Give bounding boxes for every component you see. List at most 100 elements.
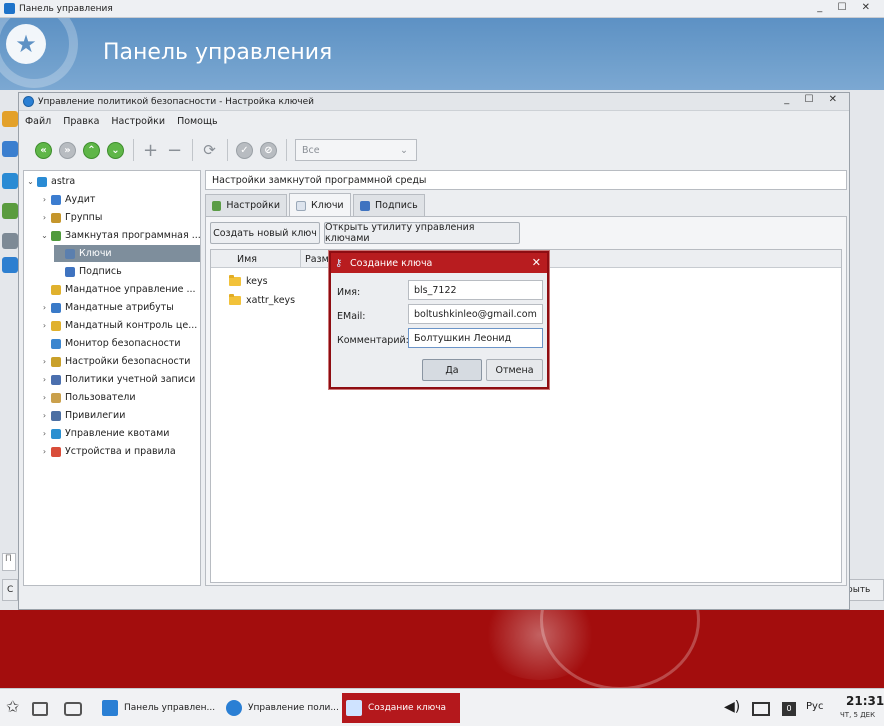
close-icon[interactable]: ✕ xyxy=(532,256,541,269)
back-icon[interactable]: « xyxy=(35,141,52,159)
groups-icon xyxy=(51,212,61,223)
category-icon[interactable] xyxy=(2,173,18,189)
task-label: Создание ключа xyxy=(368,703,447,713)
tree-node-label: Монитор безопасности xyxy=(65,338,181,349)
menu-help[interactable]: Помощь xyxy=(177,116,217,127)
category-icon[interactable] xyxy=(2,141,18,157)
filter-select[interactable]: Все ⌄ xyxy=(295,139,417,161)
chevron-right-icon[interactable]: › xyxy=(40,357,49,366)
shield-icon xyxy=(226,700,242,716)
control-panel-close-button[interactable]: рыть xyxy=(846,579,884,601)
tree-root-astra[interactable]: ⌄ astra xyxy=(26,173,75,190)
tree-item-devices-rules[interactable]: › Устройства и правила xyxy=(40,443,176,460)
tree-item-quotas[interactable]: › Управление квотами xyxy=(40,425,170,442)
ok-button[interactable]: Да xyxy=(422,359,482,381)
clock-date: ЧТ, 5 ДЕК xyxy=(840,711,876,719)
tree-node-label: astra xyxy=(51,176,76,187)
window-controls[interactable]: _ ☐ ✕ xyxy=(817,2,876,13)
tree-item-security-monitor[interactable]: Монитор безопасности xyxy=(40,335,181,352)
task-label: Панель управлен... xyxy=(124,703,216,713)
tree-node-label: Мандатный контроль це... xyxy=(65,320,198,331)
notification-icon[interactable]: 0 xyxy=(782,702,796,716)
up-icon[interactable]: ⌃ xyxy=(83,141,100,159)
tree-item-security-settings[interactable]: › Настройки безопасности xyxy=(40,353,191,370)
window-controls[interactable]: _ ☐ ✕ xyxy=(784,94,843,105)
tree-item-users[interactable]: › Пользователи xyxy=(40,389,136,406)
task-control-panel[interactable]: Панель управлен... xyxy=(98,693,218,723)
refresh-icon[interactable]: ⟳ xyxy=(201,141,218,159)
tree-item-audit[interactable]: › Аудит xyxy=(40,191,96,208)
users-icon xyxy=(51,392,61,403)
tree-node-label: Замкнутая программная ... xyxy=(65,230,201,241)
tree-item-mandatory-attributes[interactable]: › Мандатные атрибуты xyxy=(40,299,174,316)
menu-file[interactable]: Файл xyxy=(25,116,51,127)
mandatory-control-icon xyxy=(51,284,61,295)
control-panel-search-input[interactable]: П xyxy=(2,553,16,571)
chevron-down-icon[interactable]: ⌄ xyxy=(40,231,49,240)
tree-item-integrity-control[interactable]: › Мандатный контроль це... xyxy=(40,317,197,334)
email-label: EMail: xyxy=(337,311,366,322)
down-icon[interactable]: ⌄ xyxy=(107,141,124,159)
chevron-right-icon[interactable]: › xyxy=(40,411,49,420)
tab-settings[interactable]: Настройки xyxy=(205,194,287,216)
chevron-right-icon[interactable]: › xyxy=(40,447,49,456)
create-key-dialog: ⚷ Создание ключа ✕ Имя: bls_7122 EMail: … xyxy=(329,251,549,389)
network-icon[interactable] xyxy=(752,702,770,716)
comment-field[interactable]: Болтушкин Леонид xyxy=(408,328,543,348)
table-row[interactable]: keys xyxy=(229,273,268,289)
email-field[interactable]: boltushkinleo@gmail.com xyxy=(408,304,543,324)
apply-icon[interactable]: ✓ xyxy=(236,141,253,159)
tree-item-keys[interactable]: Ключи xyxy=(54,245,200,262)
cancel-icon[interactable]: ⊘ xyxy=(260,141,277,159)
tree-item-account-policies[interactable]: › Политики учетной записи xyxy=(40,371,195,388)
chevron-right-icon[interactable]: › xyxy=(40,375,49,384)
chevron-right-icon[interactable]: › xyxy=(40,393,49,402)
control-panel-left-button[interactable]: С xyxy=(2,579,18,601)
tab-label: Настройки xyxy=(226,200,280,211)
computer-icon xyxy=(37,176,47,187)
column-name[interactable]: Имя xyxy=(211,250,301,268)
menu-settings[interactable]: Настройки xyxy=(111,116,165,127)
clock-time[interactable]: 21:31 xyxy=(846,694,884,708)
remove-icon[interactable]: − xyxy=(166,140,183,161)
open-key-utility-button[interactable]: Открыть утилиту управления ключами xyxy=(324,222,520,244)
chevron-down-icon[interactable]: ⌄ xyxy=(26,177,35,186)
keyboard-layout-indicator[interactable]: Рус xyxy=(806,701,823,712)
cancel-button[interactable]: Отмена xyxy=(486,359,543,381)
tree-item-privileges[interactable]: › Привилегии xyxy=(40,407,126,424)
tree-item-groups[interactable]: › Группы xyxy=(40,209,102,226)
table-row[interactable]: xattr_keys xyxy=(229,292,295,308)
category-icon[interactable] xyxy=(2,233,18,249)
signature-icon xyxy=(360,200,370,211)
key-icon xyxy=(65,248,75,259)
chevron-right-icon[interactable]: › xyxy=(40,195,49,204)
name-field[interactable]: bls_7122 xyxy=(408,280,543,300)
tree-item-signature[interactable]: Подпись xyxy=(54,263,122,280)
tree-node-label: Управление квотами xyxy=(65,428,170,439)
comment-label: Комментарий: xyxy=(337,335,409,346)
tree-item-closed-software-env[interactable]: ⌄ Замкнутая программная ... xyxy=(40,227,201,244)
privileges-icon xyxy=(51,410,61,421)
menu-edit[interactable]: Правка xyxy=(63,116,99,127)
add-icon[interactable]: + xyxy=(142,140,159,161)
task-security-policy[interactable]: Управление поли... xyxy=(222,693,340,723)
tree-item-mandatory-control[interactable]: Мандатное управление ... xyxy=(40,281,196,298)
tree-node-label: Политики учетной записи xyxy=(65,374,196,385)
chevron-right-icon[interactable]: › xyxy=(40,429,49,438)
create-key-button[interactable]: Создать новый ключ xyxy=(210,222,320,244)
start-menu-icon[interactable]: ✩ xyxy=(6,697,24,716)
taskbar: ✩ Панель управлен... Управление поли... … xyxy=(0,688,884,726)
file-manager-icon[interactable] xyxy=(64,702,82,716)
chevron-right-icon[interactable]: › xyxy=(40,303,49,312)
category-icon[interactable] xyxy=(2,111,18,127)
tab-keys[interactable]: Ключи xyxy=(289,193,351,217)
windows-icon[interactable] xyxy=(32,702,48,716)
tab-signature[interactable]: Подпись xyxy=(353,194,425,216)
volume-icon[interactable]: ◀) xyxy=(724,699,742,717)
category-icon[interactable] xyxy=(2,203,18,219)
task-create-key[interactable]: Создание ключа xyxy=(342,693,460,723)
chevron-right-icon[interactable]: › xyxy=(40,321,49,330)
chevron-right-icon[interactable]: › xyxy=(40,213,49,222)
forward-icon[interactable]: » xyxy=(59,141,76,159)
gear-icon[interactable] xyxy=(2,257,18,273)
